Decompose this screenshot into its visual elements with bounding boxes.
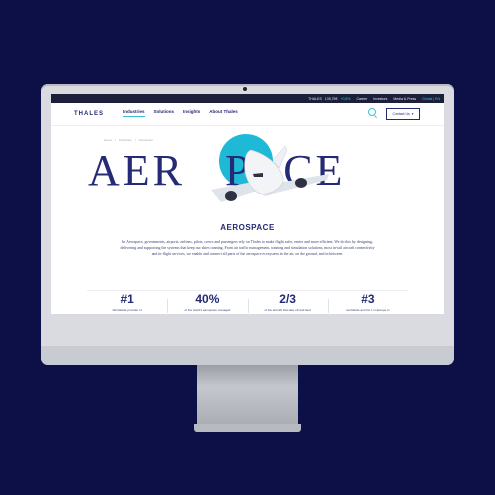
stat-number: #1 — [120, 292, 134, 306]
stat-number: 2/3 — [279, 292, 296, 306]
stock-change: +0,8% — [340, 96, 351, 101]
monitor-chin — [41, 346, 454, 365]
chevron-down-icon: ▾ — [411, 112, 414, 116]
nav-item-industries[interactable]: Industries — [123, 109, 145, 117]
stat-number: 40% — [195, 292, 220, 306]
global-link[interactable]: Global | EN — [422, 97, 440, 101]
breadcrumb-home[interactable]: Home — [104, 138, 112, 142]
monitor-stand-base — [194, 424, 301, 432]
breadcrumb: Home | Industries | Aerospace — [104, 138, 153, 142]
stat-description: worldwide and No 1 in Europe in — [346, 308, 390, 312]
camera-icon — [243, 87, 247, 91]
search-icon[interactable] — [368, 108, 376, 116]
stock-price: 135,75€ — [324, 96, 338, 101]
stock-ticker: THALES 135,75€ +0,8% — [308, 97, 350, 101]
career-link[interactable]: Career — [356, 97, 367, 101]
nav-item-about[interactable]: About Thales — [209, 109, 238, 117]
breadcrumb-industries[interactable]: Industries — [119, 138, 132, 142]
utility-bar: THALES 135,75€ +0,8% Career Investors Me… — [51, 94, 444, 103]
website-screen: THALES 135,75€ +0,8% Career Investors Me… — [51, 94, 444, 314]
nav-item-insights[interactable]: Insights — [183, 109, 200, 117]
stat-description: of the world's aerospace managed — [184, 308, 231, 312]
contact-label: Contact Us — [392, 112, 410, 116]
stock-company: THALES — [308, 96, 322, 101]
airplane-image — [211, 145, 329, 202]
stat-item: #1 Worldwide provider of — [87, 291, 167, 314]
main-nav: THALES Industries Solutions Insights Abo… — [51, 103, 444, 126]
stat-number: #3 — [361, 292, 375, 306]
nav-links: Industries Solutions Insights About Thal… — [123, 109, 238, 117]
investors-link[interactable]: Investors — [373, 97, 387, 101]
stat-item: 2/3 of the aircraft that take off and la… — [247, 291, 328, 314]
stat-description: Worldwide provider of — [112, 308, 142, 312]
stat-item: #3 worldwide and No 1 in Europe in — [327, 291, 408, 314]
intro-text: In Aerospace, governments, airports, air… — [120, 239, 375, 256]
monitor-stand — [197, 365, 298, 427]
page-title: AEROSPACE — [220, 223, 275, 232]
thales-logo[interactable]: THALES — [74, 111, 104, 117]
breadcrumb-aerospace: Aerospace — [138, 138, 153, 142]
contact-button[interactable]: Contact Us ▾ — [386, 108, 420, 120]
media-press-link[interactable]: Media & Press — [393, 97, 416, 101]
stat-item: 40% of the world's aerospace managed — [167, 291, 247, 314]
nav-item-solutions[interactable]: Solutions — [154, 109, 175, 117]
stats-row: #1 Worldwide provider of 40% of the worl… — [87, 290, 408, 314]
stat-description: of the aircraft that take off and land — [264, 308, 311, 312]
